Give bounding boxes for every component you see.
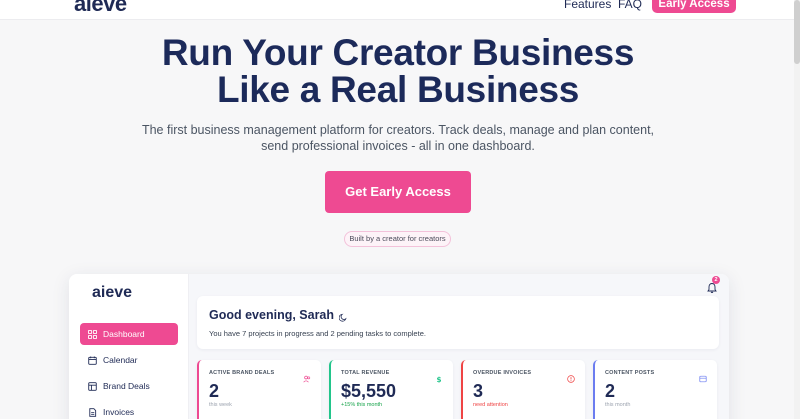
dashboard-sidebar: aieve Dashboard Calendar Brand Deals Inv…: [69, 274, 189, 419]
get-early-access-button[interactable]: Get Early Access: [325, 171, 471, 213]
stat-note: +15% this month: [341, 402, 383, 408]
notification-badge: 2: [712, 276, 720, 284]
dashboard-main: 2 Good evening, Sarah You have 7 project…: [189, 274, 729, 419]
stat-label: TOTAL REVENUE: [341, 370, 390, 376]
document-icon: [88, 407, 97, 417]
stat-value: 3: [473, 381, 484, 401]
early-access-button[interactable]: Early Access: [652, 0, 736, 13]
briefcase-icon: [88, 381, 97, 391]
calendar-icon: [88, 355, 97, 365]
stat-note: need attention: [473, 402, 508, 408]
alert-icon: [567, 370, 575, 383]
stat-label: CONTENT POSTS: [605, 370, 655, 376]
stat-value: 2: [209, 381, 220, 401]
stat-label: ACTIVE BRAND DEALS: [209, 370, 275, 376]
dashboard-logo: aieve: [92, 284, 133, 301]
sidebar-item-label: Dashboard: [103, 329, 145, 339]
creator-badge: Built by a creator for creators: [344, 231, 451, 247]
sidebar-item-brand-deals[interactable]: Brand Deals: [80, 375, 178, 397]
hero-subtitle-line-1: The first business management platform f…: [141, 123, 655, 137]
grid-icon: [88, 329, 97, 339]
greeting-title: Good evening, Sarah: [209, 308, 348, 322]
users-icon: [303, 370, 311, 383]
brand-logo[interactable]: aieve: [74, 0, 127, 17]
greeting-text: Good evening, Sarah: [209, 308, 335, 322]
nav-link-faq[interactable]: FAQ: [618, 0, 642, 11]
stat-card-content-posts: CONTENT POSTS 2 this month: [593, 360, 717, 419]
stat-card-overdue-invoices: OVERDUE INVOICES 3 need attention: [461, 360, 585, 419]
sidebar-item-calendar[interactable]: Calendar: [80, 349, 178, 371]
stat-card-active-brand-deals: ACTIVE BRAND DEALS 2 this week: [197, 360, 321, 419]
dollar-icon: $: [435, 370, 443, 384]
image-icon: [699, 370, 707, 383]
stat-note: this month: [605, 402, 631, 408]
sidebar-item-label: Invoices: [103, 407, 135, 417]
hero-title-line-1: Run Your Creator Business: [161, 32, 635, 73]
stat-value: 2: [605, 381, 616, 401]
hero-title-line-2: Like a Real Business: [216, 69, 580, 110]
top-navbar: aieve Features FAQ Early Access: [0, 0, 800, 20]
sidebar-item-dashboard[interactable]: Dashboard: [80, 323, 178, 345]
greeting-card: Good evening, Sarah You have 7 projects …: [197, 296, 719, 349]
dashboard-preview: aieve Dashboard Calendar Brand Deals Inv…: [69, 274, 729, 419]
sidebar-item-invoices[interactable]: Invoices: [80, 401, 178, 419]
stat-card-total-revenue: TOTAL REVENUE $ $5,550 +15% this month: [329, 360, 453, 419]
sidebar-item-label: Brand Deals: [103, 381, 150, 391]
hero-subtitle: The first business management platform f…: [140, 122, 656, 154]
stat-label: OVERDUE INVOICES: [473, 370, 532, 376]
sidebar-item-label: Calendar: [103, 355, 138, 365]
stat-value: $5,550: [341, 381, 397, 401]
hero-title: Run Your Creator Business Like a Real Bu…: [0, 34, 796, 108]
moon-icon: [338, 311, 348, 322]
stat-note: this week: [209, 402, 232, 408]
svg-text:$: $: [436, 375, 441, 383]
nav-link-features[interactable]: Features: [564, 0, 611, 11]
hero-subtitle-line-2: send professional invoices - all in one …: [261, 139, 535, 153]
greeting-subtitle: You have 7 projects in progress and 2 pe…: [209, 329, 426, 338]
